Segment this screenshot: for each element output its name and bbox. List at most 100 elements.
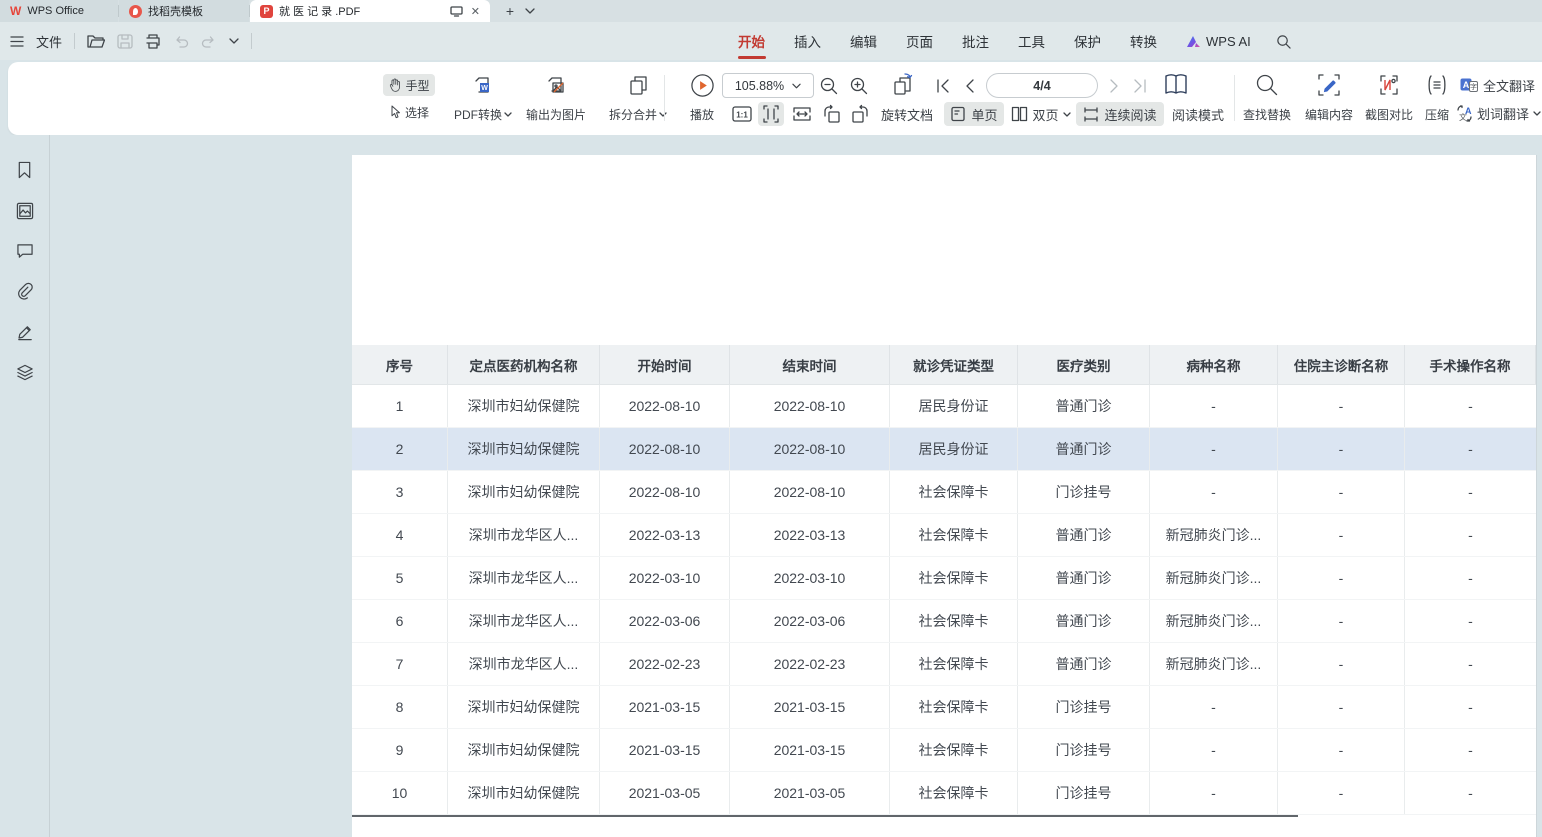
table-cell: 2022-03-06 [730,600,890,642]
menu-protect[interactable]: 保护 [1074,31,1101,51]
menu-convert[interactable]: 转换 [1130,31,1157,51]
menu-insert[interactable]: 插入 [794,31,821,51]
menu-search-icon[interactable] [1276,34,1291,49]
split-merge-icon [625,73,651,99]
redo-icon[interactable] [201,35,217,48]
table-cell: 居民身份证 [890,385,1018,427]
table-cell: 普通门诊 [1018,600,1150,642]
table-cell: 2022-08-10 [600,428,730,470]
tab-list-chevron-icon[interactable] [520,0,540,22]
double-page-button[interactable]: 双页 [1010,102,1072,126]
table-cell: 2022-03-10 [730,557,890,599]
close-tab-icon[interactable]: ✕ [471,5,480,18]
menu-edit[interactable]: 编辑 [850,31,877,51]
table-cell: 门诊挂号 [1018,471,1150,513]
thumbnails-icon[interactable] [16,202,34,220]
svg-text:A: A [1465,106,1472,116]
table-cell: 2022-08-10 [600,471,730,513]
single-page-button[interactable]: 单页 [944,102,1004,126]
attachment-icon[interactable] [16,282,34,300]
rotate-document-button[interactable]: 旋转文档 [876,102,938,126]
layers-icon[interactable] [16,364,34,381]
open-book-icon [1163,73,1189,97]
table-cell: 深圳市龙华区人... [448,600,600,642]
last-page-button[interactable] [1129,76,1149,96]
quick-access-chevron-icon[interactable] [229,38,239,44]
rotate-left-button[interactable] [820,102,844,126]
comment-icon[interactable] [16,243,34,259]
menu-comment[interactable]: 批注 [962,31,989,51]
table-cell: - [1150,729,1278,771]
table-bottom-border [352,815,1298,817]
edit-content-button[interactable]: 编辑内容 [1300,71,1358,127]
reading-mode-button[interactable] [1160,70,1192,100]
hand-tool-button[interactable]: 手型 [383,74,435,96]
table-cell: - [1278,428,1405,470]
table-cell: 社会保障卡 [890,600,1018,642]
new-tab-button[interactable]: + [500,0,520,22]
table-row: 3深圳市妇幼保健院2022-08-102022-08-10社会保障卡门诊挂号--… [352,471,1536,514]
find-replace-button[interactable]: 查找替换 [1238,71,1296,127]
save-icon[interactable] [117,34,133,49]
menu-page[interactable]: 页面 [906,31,933,51]
pdf-page[interactable]: 序号定点医药机构名称开始时间结束时间就诊凭证类型医疗类别病种名称住院主诊断名称手… [352,155,1536,837]
present-monitor-icon[interactable] [450,6,463,17]
actual-size-button[interactable]: 1:1 [730,102,754,126]
table-cell: 2022-03-13 [600,514,730,556]
single-page-icon [950,106,966,122]
rotate-right-icon [850,104,870,124]
table-cell: - [1150,686,1278,728]
table-header-row: 序号定点医药机构名称开始时间结束时间就诊凭证类型医疗类别病种名称住院主诊断名称手… [352,345,1536,385]
tab-docer-templates[interactable]: 找稻壳模板 [119,0,249,22]
table-cell: - [1278,686,1405,728]
table-cell: 9 [352,729,448,771]
table-cell: - [1405,428,1536,470]
next-page-button[interactable] [1104,76,1124,96]
bookmark-icon[interactable] [16,161,33,179]
file-menu-button[interactable]: 文件 [36,32,62,51]
table-cell: 2022-08-10 [730,471,890,513]
select-tool-button[interactable]: 选择 [383,101,435,123]
compress-button[interactable]: 压缩 [1414,71,1460,127]
table-cell: 2 [352,428,448,470]
annotate-pen-icon[interactable] [16,323,34,341]
zoom-out-button[interactable] [818,75,840,97]
table-cell: 2021-03-05 [600,772,730,814]
continuous-reading-button[interactable]: 连续阅读 [1076,102,1164,126]
open-file-icon[interactable] [87,34,105,49]
first-page-button[interactable] [933,76,953,96]
screenshot-compare-button[interactable]: 截图对比 [1360,71,1418,127]
hand-icon [388,78,401,92]
table-cell: 门诊挂号 [1018,772,1150,814]
full-translate-button[interactable]: A字 全文翻译 [1460,76,1542,94]
table-cell: - [1405,729,1536,771]
print-icon[interactable] [145,34,161,49]
main-menu-icon[interactable] [10,36,24,47]
tab-document-pdf[interactable]: P 就 医 记 录 .PDF ✕ [250,0,490,22]
zoom-level-select[interactable]: 105.88% [722,73,814,98]
page-number-input[interactable]: 4/4 [986,73,1098,98]
word-translate-button[interactable]: 文A 划词翻译 [1456,104,1542,122]
fit-width-button[interactable] [790,102,814,126]
menu-tools[interactable]: 工具 [1018,31,1045,51]
table-cell: 深圳市妇幼保健院 [448,772,600,814]
header-cell: 序号 [352,345,448,384]
previous-page-button[interactable] [960,76,980,96]
table-cell: 社会保障卡 [890,557,1018,599]
rotate-right-button[interactable] [848,102,872,126]
pdf-convert-button[interactable]: W PDF转换 [442,71,524,127]
wps-ai-button[interactable]: WPS AI [1186,34,1251,49]
fit-page-button[interactable] [758,102,784,126]
tab-wps-home[interactable]: W WPS Office [0,0,118,22]
find-replace-icon [1255,73,1279,97]
play-button[interactable]: 播放 [676,71,728,127]
table-row: 5深圳市龙华区人...2022-03-102022-03-10社会保障卡普通门诊… [352,557,1536,600]
undo-icon[interactable] [173,35,189,48]
replace-pages-button[interactable] [886,71,918,101]
table-cell: 10 [352,772,448,814]
zoom-in-button[interactable] [848,75,870,97]
menu-home[interactable]: 开始 [738,31,765,51]
compress-icon [1425,73,1449,97]
export-image-button[interactable]: 输出为图片 [514,71,598,127]
reading-mode-label[interactable]: 阅读模式 [1168,102,1228,126]
